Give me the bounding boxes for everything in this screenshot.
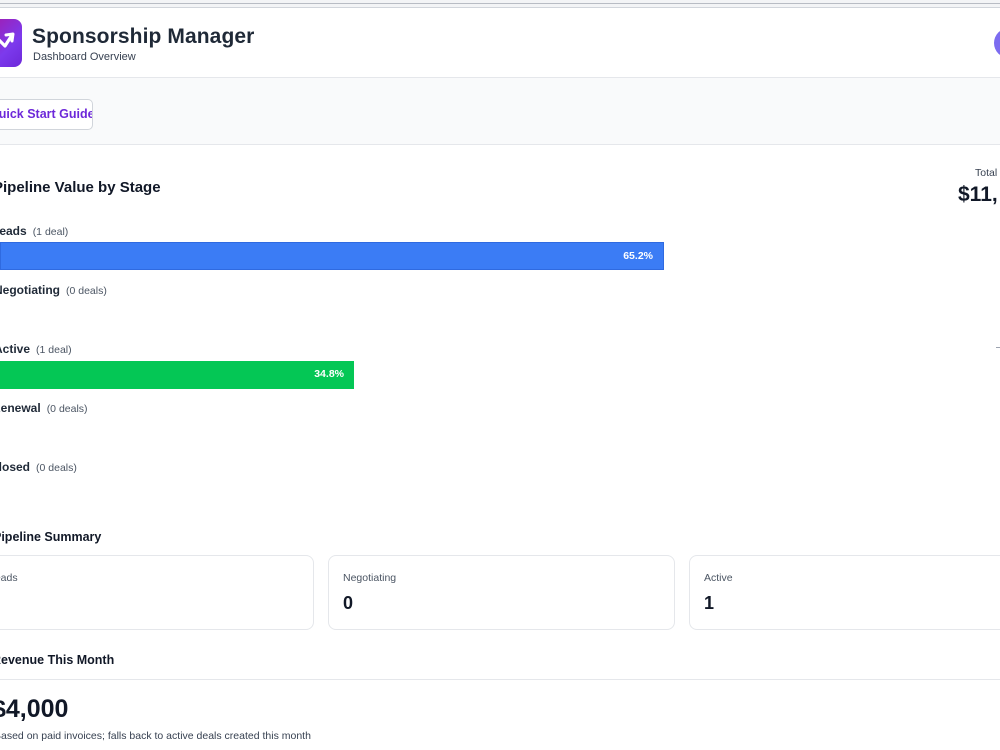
stage-bar-leads: 65.2% <box>0 242 664 270</box>
stage-count: (1 deal) <box>36 344 72 356</box>
divider-tick <box>996 347 1000 348</box>
stage-bar-active: 34.8% <box>0 361 354 389</box>
summary-card-value: 1 <box>704 593 715 613</box>
stage-label-negotiating: Negotiating (0 deals) <box>0 283 107 297</box>
stage-name: Leads <box>0 224 27 238</box>
summary-card-value: 0 <box>343 593 354 613</box>
revenue-note: Based on paid invoices; falls back to ac… <box>0 730 311 742</box>
revenue-divider <box>0 679 1000 680</box>
stage-count: (0 deals) <box>66 285 107 297</box>
summary-card-label: Negotiating <box>343 572 397 584</box>
stage-label-leads: Leads (1 deal) <box>0 224 68 238</box>
stage-label-active: Active (1 deal) <box>0 342 72 356</box>
summary-card-negotiating: Negotiating 0 <box>328 555 675 630</box>
browser-top-strip <box>0 0 1000 8</box>
app-subtitle: Dashboard Overview <box>33 51 136 63</box>
stage-count: (1 deal) <box>32 226 69 238</box>
stage-name: Negotiating <box>0 283 60 297</box>
stage-bar-percent: 65.2% <box>623 250 653 262</box>
pipeline-value-title: Pipeline Value by Stage <box>0 179 161 196</box>
stage-name: Renewal <box>0 401 41 415</box>
trend-up-icon <box>0 32 15 48</box>
stage-name: Closed <box>0 460 31 474</box>
revenue-value: $4,000 <box>0 695 69 723</box>
total-label: Total <box>975 167 998 179</box>
toolbar: Quick Start Guide <box>0 78 1000 145</box>
summary-card-leads: Leads <box>0 555 314 630</box>
stage-label-renewal: Renewal (0 deals) <box>0 401 88 415</box>
summary-card-label: Leads <box>0 572 18 584</box>
summary-card-active: Active 1 <box>689 555 1000 630</box>
total-value: $11, <box>958 183 998 206</box>
stage-name: Active <box>0 342 31 356</box>
app-header: Sponsorship Manager Dashboard Overview <box>0 8 1000 78</box>
stage-count: (0 deals) <box>46 403 88 415</box>
stage-bar-percent: 34.8% <box>314 368 344 380</box>
app-title: Sponsorship Manager <box>32 25 255 48</box>
stage-label-closed: Closed (0 deals) <box>0 460 77 474</box>
pipeline-summary-title: Pipeline Summary <box>0 530 102 544</box>
stage-count: (0 deals) <box>36 462 77 474</box>
summary-card-label: Active <box>704 572 733 584</box>
user-avatar[interactable] <box>994 28 1000 58</box>
revenue-title: Revenue This Month <box>0 653 115 667</box>
quick-start-guide-button[interactable]: Quick Start Guide <box>0 99 93 130</box>
app-logo <box>0 19 22 67</box>
